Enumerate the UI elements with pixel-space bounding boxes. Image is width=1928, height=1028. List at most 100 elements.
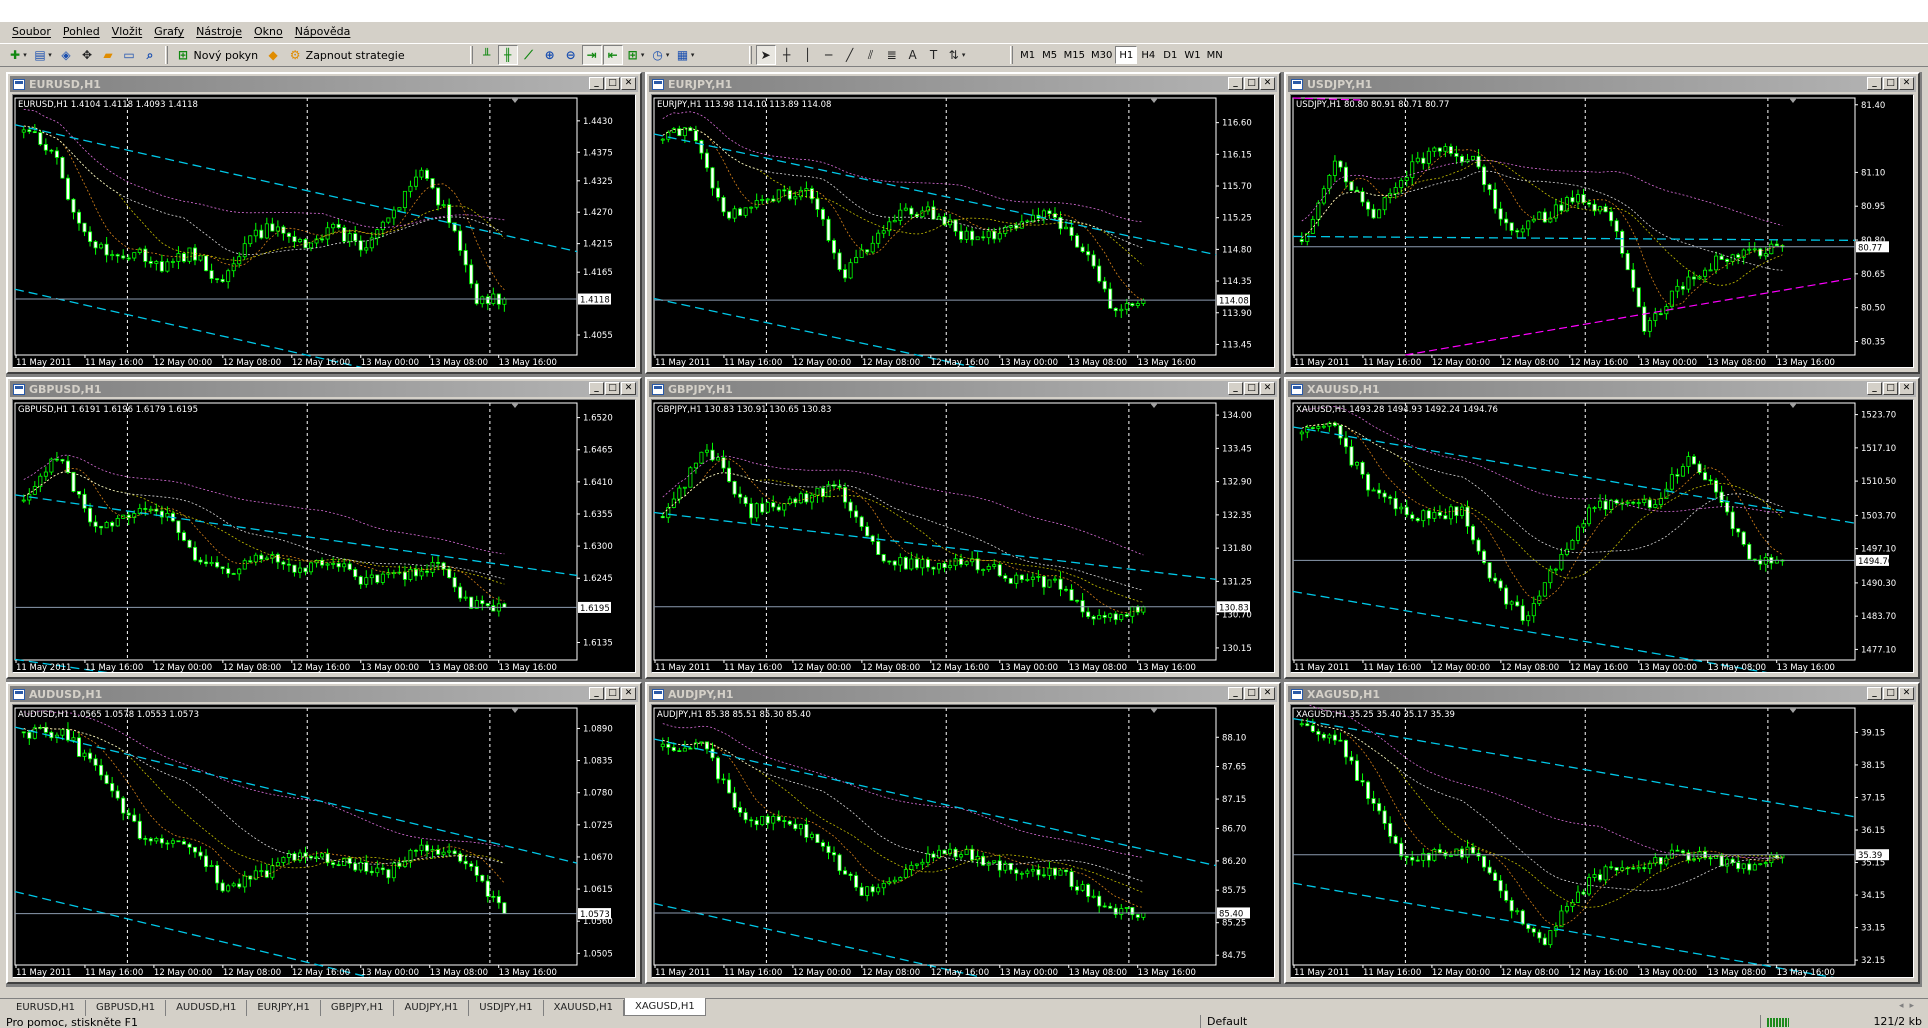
timeframe-button-h4[interactable]: H4 <box>1137 46 1159 64</box>
close-icon[interactable]: ✕ <box>1260 687 1275 700</box>
equidistant-channel-button[interactable]: ⫽ <box>861 45 881 65</box>
timeframe-button-w1[interactable]: W1 <box>1181 46 1203 64</box>
chart-window[interactable]: AUDUSD,H1 _ □ ✕ AUDUSD,H1 1.0565 1.0578 1.05… <box>6 682 642 984</box>
chart-window-titlebar[interactable]: GBPUSD,H1 _ □ ✕ <box>10 381 638 397</box>
maximize-icon[interactable]: □ <box>1883 382 1898 395</box>
chart-window[interactable]: EURUSD,H1 _ □ ✕ EURUSD,H1 1.4104 1.4118 1.40… <box>6 72 642 374</box>
chart-canvas[interactable]: AUDUSD,H1 1.0565 1.0578 1.0553 1.0573 1.0… <box>12 704 636 978</box>
periods-button[interactable]: ◷ ▾ <box>649 45 673 65</box>
chart-tab[interactable]: EURUSD,H1 <box>6 1000 87 1016</box>
chart-shift-button[interactable]: ⇤ <box>602 45 623 65</box>
meta-editor-button[interactable]: ◆ <box>263 45 283 65</box>
maximize-icon[interactable]: □ <box>605 687 620 700</box>
chart-window-titlebar[interactable]: AUDJPY,H1 _ □ ✕ <box>649 686 1277 702</box>
chart-window[interactable]: EURJPY,H1 _ □ ✕ EURJPY,H1 113.98 114.10 113.… <box>645 72 1281 374</box>
chart-window[interactable]: USDJPY,H1 _ □ ✕ USDJPY,H1 80.80 80.91 80.71 … <box>1284 72 1920 374</box>
shift-marker-icon[interactable] <box>1789 98 1797 103</box>
minimize-icon[interactable]: _ <box>1228 382 1243 395</box>
chart-tab[interactable]: EURJPY,H1 <box>247 1000 321 1016</box>
chart-tab[interactable]: AUDUSD,H1 <box>166 1000 248 1016</box>
trendline-button[interactable]: ╱ <box>840 45 860 65</box>
close-icon[interactable]: ✕ <box>1899 687 1914 700</box>
chart-window-titlebar[interactable]: USDJPY,H1 _ □ ✕ <box>1288 76 1916 92</box>
chart-canvas[interactable]: AUDJPY,H1 85.38 85.51 85.30 85.40 88.10 87… <box>651 704 1275 978</box>
timeframe-button-m5[interactable]: M5 <box>1039 46 1061 64</box>
shift-marker-icon[interactable] <box>1150 708 1158 713</box>
menu-item[interactable]: Grafy <box>148 23 190 41</box>
chart-window-titlebar[interactable]: AUDUSD,H1 _ □ ✕ <box>10 686 638 702</box>
terminal-button[interactable]: ▭ <box>119 45 139 65</box>
menu-item[interactable]: Vložit <box>106 23 148 41</box>
minimize-icon[interactable]: _ <box>589 77 604 90</box>
auto-scroll-button[interactable]: ⇥ <box>581 45 602 65</box>
timeframe-button-d1[interactable]: D1 <box>1159 46 1181 64</box>
vertical-line-button[interactable]: │ <box>798 45 818 65</box>
menu-item[interactable]: Nápověda <box>289 23 357 41</box>
maximize-icon[interactable]: □ <box>605 77 620 90</box>
timeframe-button-m1[interactable]: M1 <box>1017 46 1039 64</box>
close-icon[interactable]: ✕ <box>1899 77 1914 90</box>
new-chart-button[interactable]: ✚ ▾ <box>6 45 30 65</box>
chart-tab[interactable]: XAUUSD,H1 <box>544 1000 625 1016</box>
menu-item[interactable]: Nástroje <box>190 23 248 41</box>
profiles-button[interactable]: ▤ ▾ <box>31 45 55 65</box>
tab-scroll-arrows-icon[interactable]: ◂▸ <box>1899 1001 1920 1011</box>
shift-marker-icon[interactable] <box>511 403 519 408</box>
cursor-button[interactable]: ➤ <box>755 45 776 65</box>
timeframe-button-h1[interactable]: H1 <box>1115 46 1138 64</box>
chart-window-titlebar[interactable]: EURJPY,H1 _ □ ✕ <box>649 76 1277 92</box>
menu-item[interactable]: Pohled <box>57 23 106 41</box>
close-icon[interactable]: ✕ <box>621 382 636 395</box>
arrows-button[interactable]: ⇅ ▾ <box>945 45 969 65</box>
chart-tab[interactable]: USDJPY,H1 <box>469 1000 544 1016</box>
chart-window[interactable]: AUDJPY,H1 _ □ ✕ AUDJPY,H1 85.38 85.51 85.30 … <box>645 682 1281 984</box>
maximize-icon[interactable]: □ <box>1883 77 1898 90</box>
minimize-icon[interactable]: _ <box>1867 687 1882 700</box>
data-window-button[interactable]: ✥ <box>77 45 97 65</box>
shift-marker-icon[interactable] <box>511 98 519 103</box>
new-order-button[interactable]: ⊞ Nový pokyn <box>172 45 262 65</box>
text-button[interactable]: A <box>903 45 923 65</box>
chart-window[interactable]: GBPJPY,H1 _ □ ✕ GBPJPY,H1 130.83 130.91 130.… <box>645 377 1281 679</box>
chart-window-titlebar[interactable]: XAUUSD,H1 _ □ ✕ <box>1288 381 1916 397</box>
chart-canvas[interactable]: EURJPY,H1 113.98 114.10 113.89 114.08 116… <box>651 94 1275 368</box>
navigator-button[interactable]: ▰ <box>98 45 118 65</box>
shift-marker-icon[interactable] <box>1150 403 1158 408</box>
enable-strategies-button[interactable]: ⚙ Zapnout strategie <box>284 45 408 65</box>
close-icon[interactable]: ✕ <box>621 687 636 700</box>
chart-window[interactable]: XAUUSD,H1 _ □ ✕ XAUUSD,H1 1493.28 1494.93 14… <box>1284 377 1920 679</box>
chart-window-titlebar[interactable]: XAGUSD,H1 _ □ ✕ <box>1288 686 1916 702</box>
minimize-icon[interactable]: _ <box>1228 687 1243 700</box>
minimize-icon[interactable]: _ <box>1228 77 1243 90</box>
chart-window[interactable]: XAGUSD,H1 _ □ ✕ XAGUSD,H1 35.25 35.40 35.17 … <box>1284 682 1920 984</box>
timeframe-button-mn[interactable]: MN <box>1204 46 1226 64</box>
line-chart-button[interactable]: ⟋ <box>519 45 539 65</box>
minimize-icon[interactable]: _ <box>589 382 604 395</box>
chart-canvas[interactable]: EURUSD,H1 1.4104 1.4118 1.4093 1.4118 1.4… <box>12 94 636 368</box>
maximize-icon[interactable]: □ <box>1244 77 1259 90</box>
chart-canvas[interactable]: GBPUSD,H1 1.6191 1.6196 1.6179 1.6195 1.6… <box>12 399 636 673</box>
chart-tab[interactable]: GBPUSD,H1 <box>86 1000 167 1016</box>
zoom-out-button[interactable]: ⊖ <box>561 45 581 65</box>
chart-canvas[interactable]: XAGUSD,H1 35.25 35.40 35.17 35.39 39.15 38… <box>1290 704 1914 978</box>
fibonacci-button[interactable]: ≣ <box>882 45 902 65</box>
chart-canvas[interactable]: GBPJPY,H1 130.83 130.91 130.65 130.83 134… <box>651 399 1275 673</box>
horizontal-line-button[interactable]: ─ <box>819 45 839 65</box>
shift-marker-icon[interactable] <box>1150 98 1158 103</box>
close-icon[interactable]: ✕ <box>1260 77 1275 90</box>
timeframe-button-m15[interactable]: M15 <box>1061 46 1088 64</box>
minimize-icon[interactable]: _ <box>1867 77 1882 90</box>
menu-item[interactable]: Okno <box>248 23 289 41</box>
chart-window-titlebar[interactable]: EURUSD,H1 _ □ ✕ <box>10 76 638 92</box>
chart-canvas[interactable]: USDJPY,H1 80.80 80.91 80.71 80.77 81.40 81… <box>1290 94 1914 368</box>
shift-marker-icon[interactable] <box>1789 403 1797 408</box>
templates-button[interactable]: ▦ ▾ <box>674 45 698 65</box>
maximize-icon[interactable]: □ <box>605 382 620 395</box>
chart-window-titlebar[interactable]: GBPJPY,H1 _ □ ✕ <box>649 381 1277 397</box>
text-label-button[interactable]: T <box>924 45 944 65</box>
chart-tab[interactable]: XAGUSD,H1 <box>624 998 706 1016</box>
menu-item[interactable]: Soubor <box>6 23 57 41</box>
close-icon[interactable]: ✕ <box>1260 382 1275 395</box>
indicators-button[interactable]: ⊞ ▾ <box>624 45 648 65</box>
close-icon[interactable]: ✕ <box>621 77 636 90</box>
